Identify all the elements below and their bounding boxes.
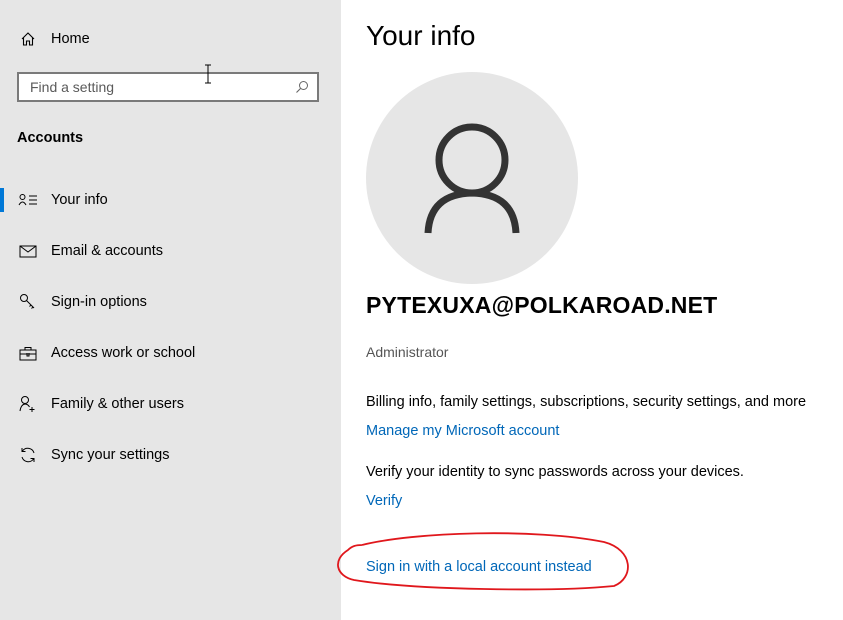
verify-link[interactable]: Verify <box>366 493 402 509</box>
page-title: Your info <box>366 20 476 51</box>
sidebar-item-family-other-users[interactable]: Family & other users <box>0 384 341 424</box>
sidebar-item-label: Email & accounts <box>51 243 164 259</box>
sidebar-item-sign-in-options[interactable]: Sign-in options <box>0 282 341 322</box>
search-box[interactable] <box>17 72 319 102</box>
account-role: Administrator <box>366 344 449 360</box>
selected-indicator <box>0 188 4 212</box>
sidebar: Home Accounts Your info Email & accounts… <box>0 0 341 620</box>
avatar <box>366 72 578 284</box>
person-icon <box>424 123 520 234</box>
person-card-icon <box>17 189 39 211</box>
sidebar-item-email-accounts[interactable]: Email & accounts <box>0 231 341 271</box>
account-email: PYTEXUXA@POLKAROAD.NET <box>366 292 718 318</box>
text-cursor-icon <box>202 64 214 89</box>
search-icon[interactable] <box>295 80 309 99</box>
sidebar-item-sync-settings[interactable]: Sync your settings <box>0 435 341 475</box>
sync-icon <box>17 444 39 466</box>
key-icon <box>17 291 39 313</box>
red-circle-annotation <box>337 532 629 591</box>
main-panel: Your info PYTEXUXA@POLKAROAD.NET Adminis… <box>341 0 843 620</box>
search-input[interactable] <box>19 79 290 95</box>
sidebar-item-label: Sign-in options <box>51 294 147 310</box>
verify-description: Verify your identity to sync passwords a… <box>366 464 744 480</box>
person-add-icon <box>17 393 39 415</box>
sidebar-item-your-info[interactable]: Your info <box>0 180 341 220</box>
manage-account-link[interactable]: Manage my Microsoft account <box>366 423 559 439</box>
sidebar-item-label: Your info <box>51 192 108 208</box>
briefcase-icon <box>17 342 39 364</box>
home-icon <box>17 28 39 50</box>
sidebar-item-label: Family & other users <box>51 396 184 412</box>
sidebar-item-label: Access work or school <box>51 345 196 361</box>
section-title: Accounts <box>17 130 84 146</box>
home-label: Home <box>51 31 90 47</box>
billing-description: Billing info, family settings, subscript… <box>366 394 807 410</box>
mail-icon <box>17 240 39 262</box>
sidebar-item-label: Sync your settings <box>51 447 170 463</box>
sidebar-item-access-work-school[interactable]: Access work or school <box>0 333 341 373</box>
home-nav-item[interactable]: Home <box>0 19 341 59</box>
